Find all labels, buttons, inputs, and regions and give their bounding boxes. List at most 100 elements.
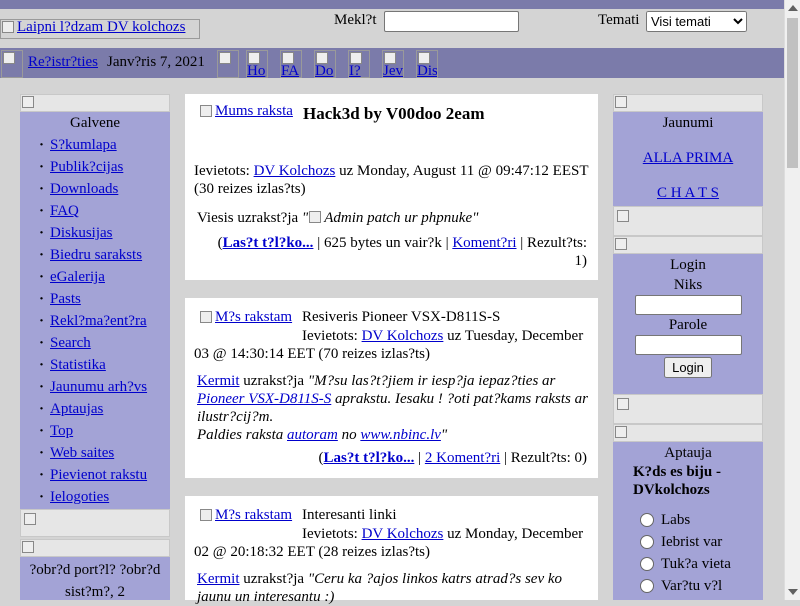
faq-icon-alt: FA [281,63,300,78]
downloads-icon[interactable]: Do [314,50,336,78]
writer-link[interactable]: Kermit [197,373,240,389]
menu-item-link[interactable]: Biedru saraksts [50,247,142,263]
scroll-down-arrow-icon[interactable] [788,589,798,595]
news-link-row: C H A T S [613,185,763,202]
block-header-image [614,95,632,111]
home-icon[interactable]: Ho [246,50,268,78]
article-meta: Ievietots: DV Kolchozs uz Monday, August… [194,162,589,198]
poll-radio[interactable] [640,513,654,527]
product-link[interactable]: Pioneer VSX-D811S-S [197,391,331,407]
poll-option: Var?tu v?l [613,575,763,597]
read-more-link[interactable]: Las?t t?l?ko... [223,235,314,251]
alla-prima-link[interactable]: ALLA PRIMA [643,150,733,166]
article-post: M?s rakstam Interesanti linki Ievietots:… [185,496,598,605]
article-topic-image[interactable]: Mums raksta [199,104,303,146]
main-menu-header [20,94,170,112]
comments-link[interactable]: 2 Koment?ri [425,450,500,466]
article-title: Interesanti linki [302,507,397,523]
article-excerpt: Kermit uzrakst?ja "M?su las?t?jiem ir ie… [197,373,588,443]
online-block-text: ?obr?d port?l? ?obr?d sist?m?, 2 [29,562,161,600]
main-menu-title: Galvene [70,115,120,131]
menu-item: Jaunumu arh?vs [30,376,170,398]
menu-item-link[interactable]: Aptaujas [50,401,103,417]
main-menu-list: S?kumlapa Publik?cijas Downloads FAQ Diskusi… [20,134,170,508]
poll-radio[interactable] [640,535,654,549]
username-input[interactable] [634,295,742,315]
discussion-icon[interactable]: Dis [416,50,438,78]
menu-item-link[interactable]: Downloads [50,181,118,197]
register-link[interactable]: Re?istr?ties [28,54,98,71]
menu-item-link[interactable]: Jaunumu arh?vs [50,379,147,395]
posted-label: Ievietots: [194,163,250,179]
menu-item-link[interactable]: Pasts [50,291,81,307]
author-credit-link[interactable]: autoram [287,427,338,443]
menu-item-link[interactable]: FAQ [50,203,79,219]
info-icon[interactable]: I? [348,50,370,78]
menu-item: Statistika [30,354,170,376]
admin-image [308,210,324,226]
posted-label: Ievietots: [302,526,358,542]
block-header-image-2 [21,540,39,556]
menu-item-link[interactable]: Diskusijas [50,225,113,241]
login-button-row: Login [613,357,763,378]
news-block-title: Jaunumi [662,115,714,131]
vertical-scrollbar[interactable] [784,0,800,600]
article-post: Mums raksta Hack3d by V00doo 2eam Ieviet… [185,94,598,280]
username-label: Niks [673,277,703,293]
poll-block: Aptauja K?ds es biju - DVkolchozs Labs Ie… [613,424,763,600]
login-title: Login [670,257,706,273]
poll-option: Tuk?a vieta [613,553,763,575]
menu-item-link[interactable]: Search [50,335,91,351]
scroll-up-arrow-icon[interactable] [788,5,798,11]
source-link[interactable]: www.nbinc.lv [360,427,441,443]
article-title: Resiveris Pioneer VSX-D811S-S [302,309,501,325]
quote-text: M?su las?t?jiem ir iesp?ja iepaz?ties ar [314,373,556,389]
menu-item-link[interactable]: Web saites [50,445,114,461]
writer-label: Viesis uzrakst?ja [197,210,299,226]
menu-item: Rekl?ma?ent?ra [30,310,170,332]
poll-block-header [613,424,763,442]
article-meta: Ievietots: DV Kolchozs uz Monday, Decemb… [194,525,589,561]
poll-option: Labs [613,509,763,531]
menu-item: FAQ [30,200,170,222]
faq-icon[interactable]: FA [280,50,302,78]
password-row [613,335,763,355]
menu-item-link[interactable]: Statistika [50,357,106,373]
search-label: Mekl?t [334,12,377,28]
author-link[interactable]: DV Kolchozs [362,526,444,542]
author-link[interactable]: DV Kolchozs [254,163,336,179]
topics-select[interactable]: Visi temati [646,11,747,32]
menu-item-link[interactable]: Pievienot rakstu [50,467,147,483]
poll-radio[interactable] [640,557,654,571]
nav-bar: Re?istr?ties Janv?ris 7, 2021 Ho FA Do I… [0,48,784,78]
password-input[interactable] [634,335,742,355]
menu-item: Diskusijas [30,222,170,244]
menu-item: Search [30,332,170,354]
site-logo[interactable]: Laipni l?dzam DV kolchozs [0,19,200,39]
scrollbar-thumb[interactable] [787,18,798,168]
author-link[interactable]: DV Kolchozs [362,328,444,344]
poll-option-label: Labs [661,512,691,528]
poll-radio[interactable] [640,579,654,593]
menu-item: Ielogoties [30,486,170,508]
comments-link[interactable]: Koment?ri [452,235,516,251]
left-divider-block [20,509,170,537]
article-footer: (Las?t t?l?ko... | 2 Koment?ri | Rezult?… [318,450,588,466]
writer-link[interactable]: Kermit [197,571,240,587]
search-input[interactable] [384,11,519,32]
menu-item-link[interactable]: Top [50,423,73,439]
read-more-link[interactable]: Las?t t?l?ko... [324,450,415,466]
article-excerpt: Viesis uzrakst?ja " Admin patch ur phpnuk… [197,210,479,226]
menu-item-link[interactable]: eGalerija [50,269,105,285]
menu-item-link[interactable]: S?kumlapa [50,137,117,153]
chats-link[interactable]: C H A T S [657,185,719,201]
menu-item-link[interactable]: Ielogoties [50,489,109,505]
news-icon[interactable]: Jev [382,50,404,78]
article-size: | 625 bytes un vair?k | [317,235,449,251]
article-topic-image-alt: Mums raksta [215,104,293,119]
menu-item-link[interactable]: Rekl?ma?ent?ra [50,313,147,329]
login-button[interactable]: Login [664,357,712,378]
menu-item: Web saites [30,442,170,464]
poll-title: Aptauja [664,445,712,461]
menu-item-link[interactable]: Publik?cijas [50,159,123,175]
